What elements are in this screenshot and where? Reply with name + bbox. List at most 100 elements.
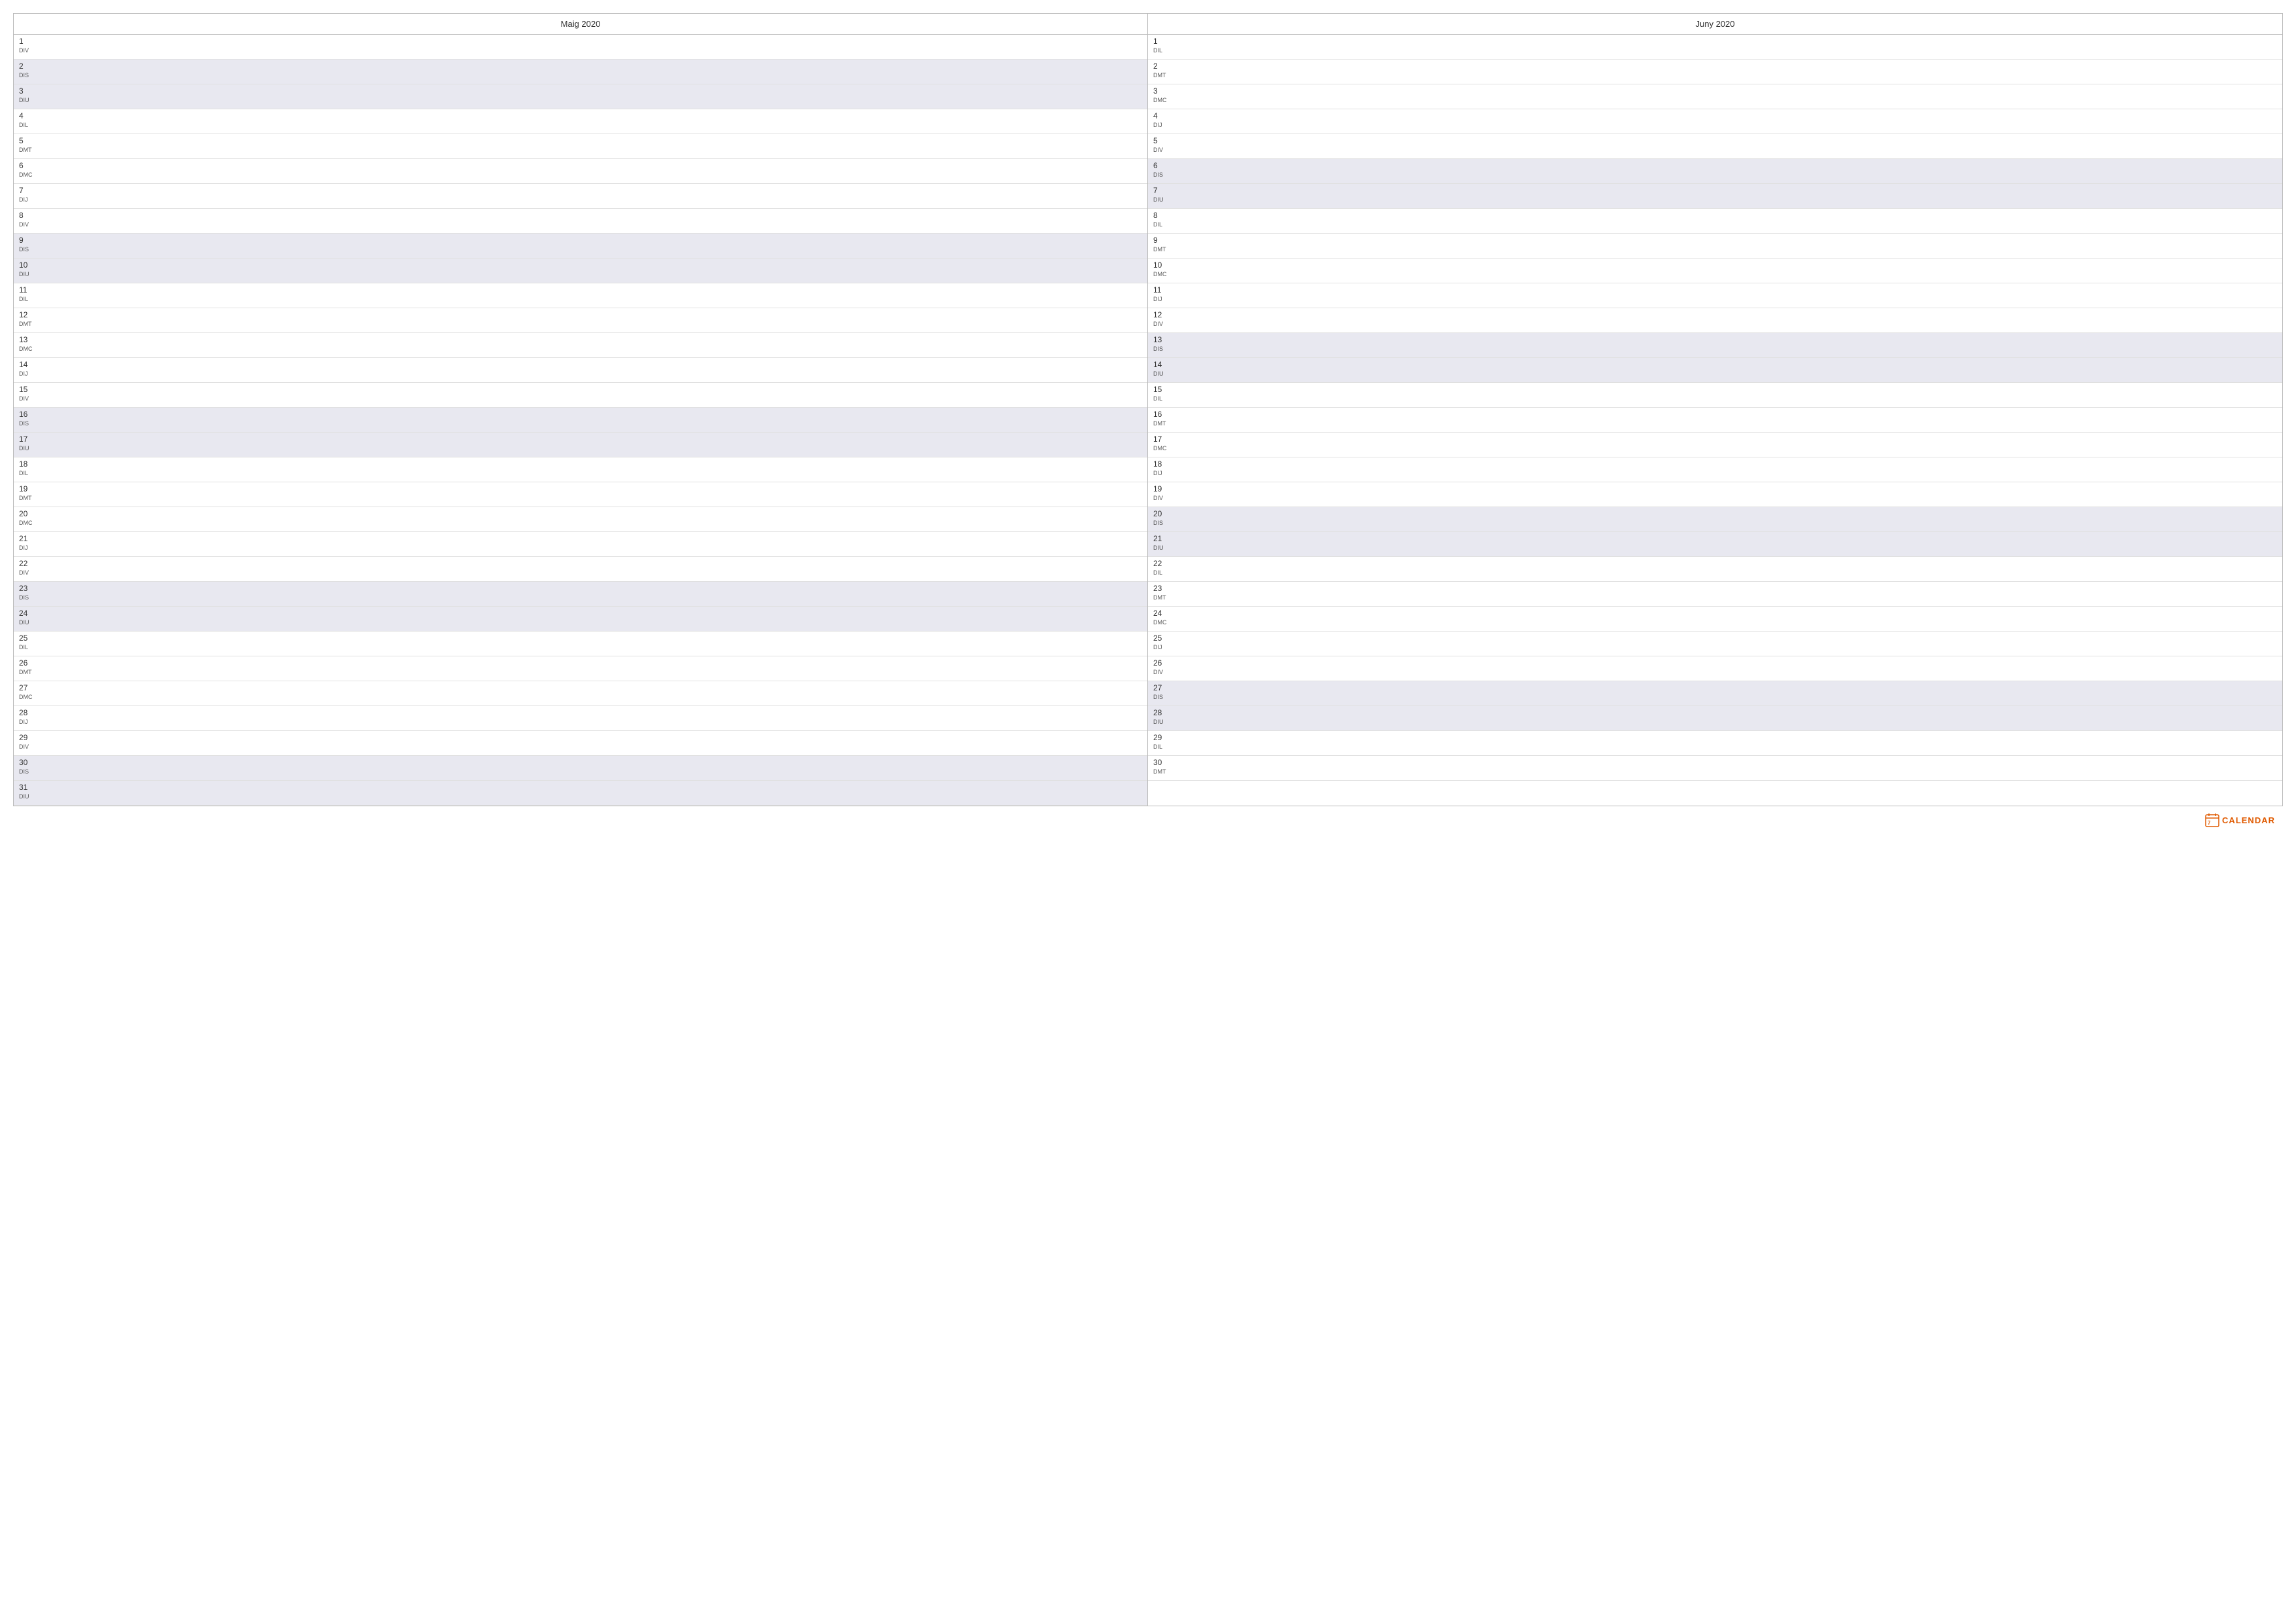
day-row: 7DIJ: [14, 184, 1147, 209]
day-row: 29DIV: [14, 731, 1147, 756]
day-name: DMC: [19, 346, 1145, 353]
month-section-1: Juny 20201DIL2DMT3DMC4DIJ5DIV6DIS7DIU8DI…: [1148, 14, 2282, 806]
day-number: 27: [19, 683, 1145, 694]
day-number: 29: [1153, 732, 2280, 743]
day-row: 4DIL: [14, 109, 1147, 134]
day-number: 31: [19, 782, 1145, 793]
day-name: DMC: [1153, 97, 2280, 104]
day-row: 27DMC: [14, 681, 1147, 706]
month-title-1: Juny 2020: [1148, 14, 2282, 35]
day-name: DIU: [19, 97, 1145, 104]
days-list-0: 1DIV2DIS3DIU4DIL5DMT6DMC7DIJ8DIV9DIS10DI…: [14, 35, 1147, 806]
day-number: 25: [1153, 633, 2280, 644]
day-number: 12: [1153, 310, 2280, 321]
day-number: 15: [1153, 384, 2280, 395]
day-number: 6: [19, 160, 1145, 171]
day-name: DIS: [19, 72, 1145, 79]
day-row: 16DIS: [14, 408, 1147, 433]
day-number: 4: [19, 111, 1145, 122]
day-name: DIV: [1153, 147, 2280, 154]
day-name: DIV: [19, 47, 1145, 54]
day-number: 15: [19, 384, 1145, 395]
day-name: DIS: [1153, 171, 2280, 179]
day-number: 8: [19, 210, 1145, 221]
day-row: 3DIU: [14, 84, 1147, 109]
day-name: DIJ: [1153, 644, 2280, 651]
day-number: 24: [19, 608, 1145, 619]
day-number: 27: [1153, 683, 2280, 694]
day-row: 18DIJ: [1148, 457, 2282, 482]
day-row: 6DMC: [14, 159, 1147, 184]
day-name: DIL: [19, 296, 1145, 303]
day-name: DMT: [1153, 72, 2280, 79]
day-number: 25: [19, 633, 1145, 644]
day-row: 27DIS: [1148, 681, 2282, 706]
day-number: 30: [19, 757, 1145, 768]
day-row: 17DMC: [1148, 433, 2282, 457]
day-name: DIU: [19, 271, 1145, 278]
day-number: 23: [19, 583, 1145, 594]
day-number: 22: [19, 558, 1145, 569]
day-name: DIV: [19, 743, 1145, 751]
day-row: 16DMT: [1148, 408, 2282, 433]
day-row: 26DIV: [1148, 656, 2282, 681]
svg-text:7: 7: [2208, 820, 2211, 826]
day-row: 31DIU: [14, 781, 1147, 806]
day-row: 3DMC: [1148, 84, 2282, 109]
day-name: DIL: [19, 644, 1145, 651]
day-number: 14: [1153, 359, 2280, 370]
day-number: 2: [1153, 61, 2280, 72]
day-row: 9DMT: [1148, 234, 2282, 259]
day-name: DIU: [1153, 544, 2280, 552]
day-row: 24DIU: [14, 607, 1147, 632]
day-name: DIS: [1153, 346, 2280, 353]
day-row: 5DMT: [14, 134, 1147, 159]
day-row: 20DMC: [14, 507, 1147, 532]
day-name: DIL: [1153, 743, 2280, 751]
day-name: DMT: [1153, 768, 2280, 776]
day-name: DIU: [1153, 196, 2280, 204]
day-row: 8DIL: [1148, 209, 2282, 234]
day-number: 28: [1153, 707, 2280, 719]
day-row: 15DIL: [1148, 383, 2282, 408]
day-row: 4DIJ: [1148, 109, 2282, 134]
day-row: 23DIS: [14, 582, 1147, 607]
day-number: 18: [19, 459, 1145, 470]
day-number: 24: [1153, 608, 2280, 619]
day-name: DIL: [1153, 395, 2280, 402]
day-row: 14DIJ: [14, 358, 1147, 383]
day-row: 20DIS: [1148, 507, 2282, 532]
day-name: DIV: [1153, 321, 2280, 328]
day-number: 22: [1153, 558, 2280, 569]
day-row: 18DIL: [14, 457, 1147, 482]
day-number: 7: [1153, 185, 2280, 196]
day-name: DIJ: [1153, 122, 2280, 129]
day-name: DIJ: [19, 719, 1145, 726]
day-number: 26: [1153, 658, 2280, 669]
day-number: 16: [1153, 409, 2280, 420]
day-name: DMT: [19, 147, 1145, 154]
day-name: DMT: [19, 321, 1145, 328]
day-number: 3: [1153, 86, 2280, 97]
day-number: 17: [19, 434, 1145, 445]
day-row: 17DIU: [14, 433, 1147, 457]
day-number: 14: [19, 359, 1145, 370]
day-name: DIJ: [1153, 470, 2280, 477]
day-row: 13DMC: [14, 333, 1147, 358]
calendar-icon: 7: [2205, 813, 2219, 827]
day-row: 19DMT: [14, 482, 1147, 507]
day-name: DIV: [19, 569, 1145, 577]
day-row: 30DIS: [14, 756, 1147, 781]
day-row: 10DIU: [14, 259, 1147, 283]
day-row: 28DIJ: [14, 706, 1147, 731]
day-number: 21: [19, 533, 1145, 544]
day-number: 6: [1153, 160, 2280, 171]
day-row: 21DIJ: [14, 532, 1147, 557]
day-number: 1: [1153, 36, 2280, 47]
day-name: DMT: [19, 669, 1145, 676]
day-number: 28: [19, 707, 1145, 719]
day-name: DMC: [19, 694, 1145, 701]
day-number: 23: [1153, 583, 2280, 594]
day-name: DIU: [1153, 370, 2280, 378]
day-name: DIS: [19, 246, 1145, 253]
